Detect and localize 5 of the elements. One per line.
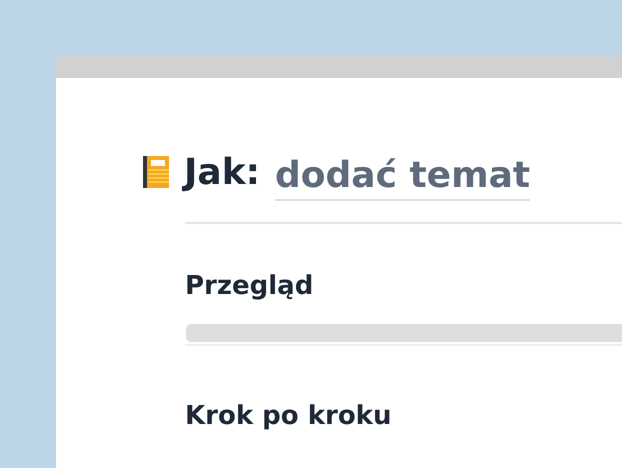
notebook-icon [143, 156, 169, 188]
section-heading: Krok po kroku [185, 400, 392, 432]
heading-label: Jak: [184, 152, 260, 192]
section-heading: Przegląd [185, 270, 314, 302]
title-field[interactable]: dodać temat [275, 153, 530, 201]
